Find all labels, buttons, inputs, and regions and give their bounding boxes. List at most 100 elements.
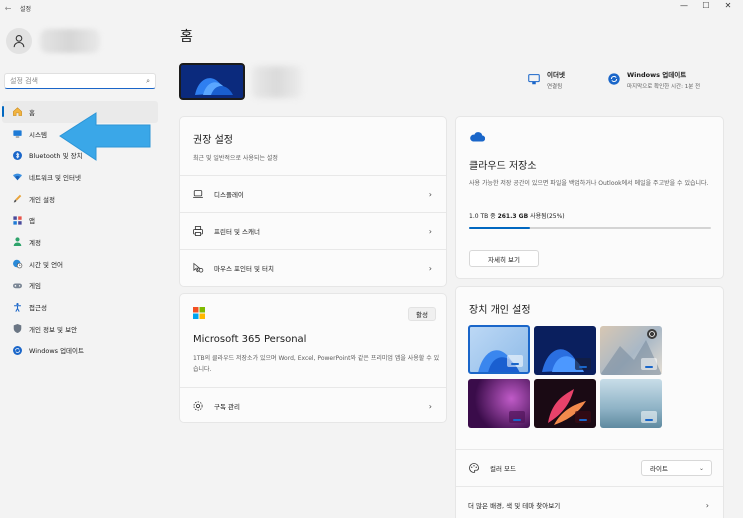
sidebar-item-apps[interactable]: 앱 bbox=[2, 209, 158, 231]
window-controls: — ☐ ✕ bbox=[673, 0, 739, 12]
wallpaper-bloom-light[interactable] bbox=[468, 325, 530, 374]
sidebar-item-label: 계정 bbox=[29, 238, 41, 247]
brush-icon bbox=[11, 193, 23, 205]
sidebar-item-label: 앱 bbox=[29, 217, 35, 226]
wallpaper-glow[interactable] bbox=[468, 379, 530, 428]
sidebar-item-accessibility[interactable]: 접근성 bbox=[2, 296, 158, 318]
close-button[interactable]: ✕ bbox=[717, 0, 739, 12]
profile[interactable] bbox=[6, 28, 100, 54]
manage-subscription-label: 구독 관리 bbox=[214, 403, 240, 411]
more-backgrounds-label: 더 많은 배경, 색 및 테마 찾아보기 bbox=[468, 502, 561, 510]
search-input[interactable] bbox=[10, 77, 147, 85]
sidebar-item-label: 게임 bbox=[29, 282, 41, 291]
home-icon bbox=[11, 106, 23, 118]
mouse-touch-row[interactable]: 마우스 포인터 및 터치 › bbox=[180, 249, 446, 286]
wallpaper-flow[interactable] bbox=[600, 379, 662, 428]
gamepad-icon bbox=[11, 279, 23, 291]
window-preview-icon bbox=[507, 355, 523, 367]
window-title: 설정 bbox=[20, 5, 32, 13]
mouse-pointer-icon bbox=[192, 262, 204, 274]
accessibility-icon bbox=[11, 301, 23, 313]
recommended-settings-card: 권장 설정 최근 및 일반적으로 사용되는 설정 디스플레이 › 프린터 및 스… bbox=[179, 116, 447, 287]
annotation-arrow bbox=[59, 112, 151, 161]
globe-clock-icon bbox=[11, 258, 23, 270]
display-label: 디스플레이 bbox=[214, 191, 244, 199]
sidebar-item-time-language[interactable]: 시간 및 언어 bbox=[2, 253, 158, 275]
usage-prefix: 1.0 TB 중 bbox=[469, 213, 498, 220]
sidebar-item-personalization[interactable]: 개인 설정 bbox=[2, 188, 158, 210]
update-title: Windows 업데이트 bbox=[627, 71, 687, 79]
sidebar-item-label: 홈 bbox=[29, 108, 35, 117]
m365-description: 1TB의 클라우드 저장소가 있으며 Word, Excel, PowerPoi… bbox=[193, 355, 440, 373]
chevron-right-icon: › bbox=[428, 189, 432, 199]
microsoft-logo-icon bbox=[193, 307, 205, 319]
device-wallpaper-thumbnail[interactable] bbox=[179, 63, 245, 100]
window-preview-icon bbox=[575, 358, 591, 370]
maximize-button[interactable]: ☐ bbox=[695, 0, 717, 12]
sidebar-item-accounts[interactable]: 계정 bbox=[2, 231, 158, 253]
sidebar-item-label: 시간 및 언어 bbox=[29, 260, 64, 269]
more-backgrounds-row[interactable]: 더 많은 배경, 색 및 테마 찾아보기 › bbox=[456, 486, 723, 518]
printers-row[interactable]: 프린터 및 스캐너 › bbox=[180, 212, 446, 249]
title-bar: ← 설정 — ☐ ✕ bbox=[0, 0, 743, 16]
cloud-storage-description: 사용 가능한 저장 공간이 있으면 파일을 백업하거나 Outlook에서 메일… bbox=[469, 180, 709, 187]
chevron-right-icon: › bbox=[428, 401, 432, 411]
view-details-button[interactable]: 자세히 보기 bbox=[469, 250, 539, 267]
storage-usage-text: 1.0 TB 중 261.3 GB 사용됨(25%) bbox=[469, 211, 565, 220]
window-preview-icon bbox=[509, 411, 525, 423]
color-mode-dropdown[interactable]: 라이트 ⌄ bbox=[641, 460, 712, 476]
minimize-button[interactable]: — bbox=[673, 0, 695, 12]
wallpaper-captured-motion[interactable] bbox=[534, 379, 596, 428]
usage-value: 261.3 GB bbox=[497, 213, 529, 220]
wallpaper-bloom-dark[interactable] bbox=[534, 326, 596, 375]
ethernet-title: 이더넷 bbox=[547, 71, 565, 79]
sidebar-item-label: 개인 정보 및 보안 bbox=[29, 325, 78, 334]
account-icon bbox=[11, 236, 23, 248]
ethernet-status[interactable]: 이더넷 연결됨 bbox=[527, 69, 565, 90]
printer-icon bbox=[192, 225, 204, 237]
wifi-icon bbox=[11, 171, 23, 183]
microsoft-365-card: 활성 Microsoft 365 Personal 1TB의 클라우드 저장소가… bbox=[179, 293, 447, 423]
page-title: 홈 bbox=[180, 29, 193, 45]
windows-update-status[interactable]: Windows 업데이트 마지막으로 확인한 시간: 1분 전 bbox=[607, 69, 700, 90]
sidebar-item-gaming[interactable]: 게임 bbox=[2, 275, 158, 297]
wallpaper-spotlight[interactable] bbox=[600, 326, 662, 375]
bloom-wallpaper-image bbox=[181, 65, 243, 98]
personalization-title: 장치 개인 설정 bbox=[469, 305, 531, 316]
sidebar-item-windows-update[interactable]: Windows 업데이트 bbox=[2, 340, 158, 362]
color-mode-value: 라이트 bbox=[650, 465, 668, 473]
ethernet-subtitle: 연결됨 bbox=[547, 84, 563, 90]
manage-subscription-row[interactable]: 구독 관리 › bbox=[180, 387, 446, 424]
back-icon[interactable]: ← bbox=[0, 4, 16, 13]
window-preview-icon bbox=[641, 358, 657, 370]
mouse-touch-label: 마우스 포인터 및 터치 bbox=[214, 265, 275, 273]
color-mode-label: 컬러 모드 bbox=[490, 465, 516, 473]
sidebar-item-privacy[interactable]: 개인 정보 및 보안 bbox=[2, 318, 158, 340]
sidebar-item-label: Windows 업데이트 bbox=[29, 347, 85, 356]
sidebar: ⌕ 홈 시스템 Bluetooth 및 장치 네트워크 및 인터넷 개인 설정 … bbox=[0, 16, 162, 518]
update-subtitle: 마지막으로 확인한 시간: 1분 전 bbox=[627, 84, 701, 90]
palette-icon bbox=[468, 462, 480, 474]
avatar[interactable] bbox=[6, 28, 32, 54]
recommended-title: 권장 설정 bbox=[193, 135, 233, 146]
search-box[interactable]: ⌕ bbox=[4, 73, 156, 89]
device-personalization-card: 장치 개인 설정 컬러 모드 라이트 ⌄ 더 많은 배경, 색 및 테마 찾아보… bbox=[455, 286, 724, 518]
display-row[interactable]: 디스플레이 › bbox=[180, 175, 446, 212]
printers-label: 프린터 및 스캐너 bbox=[214, 228, 260, 236]
m365-title: Microsoft 365 Personal bbox=[193, 334, 307, 345]
update-icon bbox=[11, 344, 23, 356]
sidebar-item-label: 네트워크 및 인터넷 bbox=[29, 173, 81, 182]
blurred-device-name bbox=[252, 66, 302, 98]
bluetooth-icon bbox=[11, 149, 23, 161]
window-preview-icon bbox=[641, 411, 657, 423]
active-badge: 활성 bbox=[408, 307, 436, 321]
cloud-storage-card: 클라우드 저장소 사용 가능한 저장 공간이 있으면 파일을 백업하거나 Out… bbox=[455, 116, 724, 279]
person-icon bbox=[13, 35, 25, 48]
apps-icon bbox=[11, 214, 23, 226]
ethernet-icon bbox=[528, 74, 540, 85]
storage-usage-fill bbox=[469, 227, 530, 229]
search-icon[interactable]: ⌕ bbox=[146, 77, 150, 86]
chevron-right-icon: › bbox=[705, 500, 709, 510]
sidebar-item-network[interactable]: 네트워크 및 인터넷 bbox=[2, 166, 158, 188]
recommended-subtitle: 최근 및 일반적으로 사용되는 설정 bbox=[193, 155, 278, 162]
